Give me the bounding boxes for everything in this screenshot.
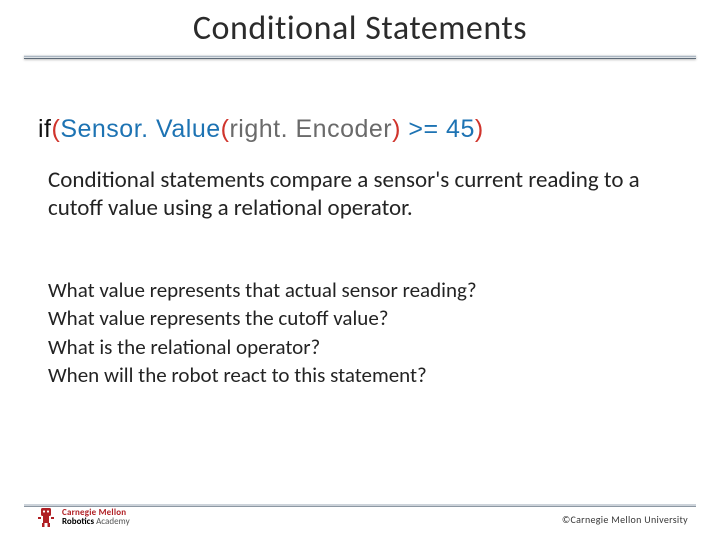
question-3: What is the relational operator? [48,333,672,361]
code-operator: >= [408,115,438,143]
explanation-paragraph: Conditional statements compare a sensor'… [48,166,672,222]
question-1: What value represents that actual sensor… [48,276,672,304]
question-list: What value represents that actual sensor… [48,276,672,389]
slide: Conditional Statements if(Sensor. Value(… [0,0,720,540]
code-paren-open: ( [52,115,61,143]
title-divider [24,55,696,59]
code-space-2 [439,115,446,143]
logo-text: Carnegie Mellon Robotics Academy [62,508,130,526]
cmu-robotics-logo: Carnegie Mellon Robotics Academy [36,506,130,528]
slide-title: Conditional Statements [0,0,720,49]
code-arg-paren-close: ) [392,115,401,143]
code-number: 45 [446,115,475,143]
code-example: if(Sensor. Value(right. Encoder) >= 45) [38,115,720,144]
code-keyword-if: if [38,115,52,143]
code-paren-close: ) [475,115,484,143]
question-2: What value represents the cutoff value? [48,304,672,332]
robot-icon [36,506,56,528]
code-argument: right. Encoder [229,115,392,143]
logo-line-2: Robotics Academy [62,517,130,526]
code-function: Sensor. Value [60,115,220,143]
question-4: When will the robot react to this statem… [48,361,672,389]
